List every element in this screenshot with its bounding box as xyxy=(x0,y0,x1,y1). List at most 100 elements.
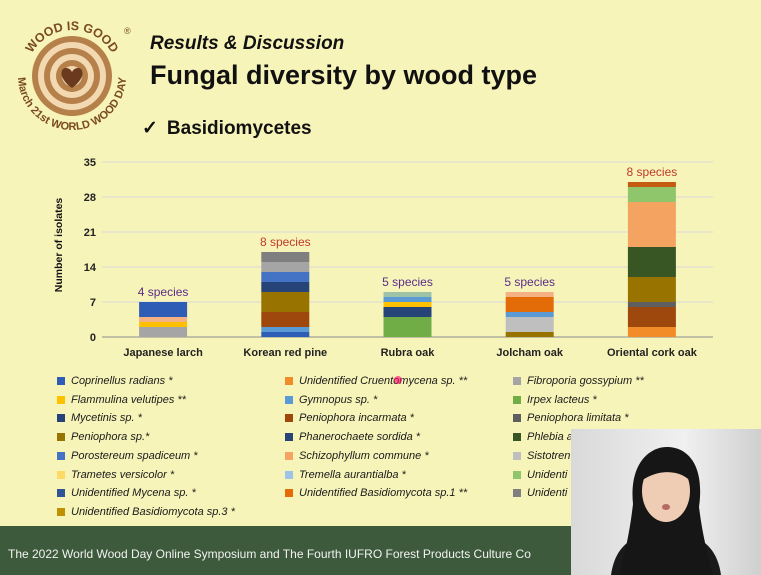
legend-swatch xyxy=(513,489,521,498)
legend-swatch xyxy=(513,414,521,423)
legend-swatch xyxy=(57,470,65,479)
legend-label: Unidentified Basidiomycota sp.1 ** xyxy=(299,487,468,500)
legend-swatch xyxy=(513,433,521,442)
logo-registered-mark: ® xyxy=(124,26,131,36)
x-tick-label: Korean red pine xyxy=(243,347,327,359)
legend-item: Coprinellus radians * xyxy=(57,375,173,387)
legend-label: Flammulina velutipes ** xyxy=(71,393,186,406)
presenter-silhouette xyxy=(611,447,721,575)
legend-label: Porostereum spadiceum * xyxy=(71,449,198,462)
species-count-label: 5 species xyxy=(382,275,433,289)
legend-item: Flammulina velutipes ** xyxy=(57,394,186,406)
bar-segment xyxy=(627,187,676,202)
bar-segment xyxy=(627,277,676,302)
legend-item: Unidenti xyxy=(513,469,567,481)
legend-item: Irpex lacteus * xyxy=(513,394,597,406)
legend-label: Tremella aurantialba * xyxy=(299,468,406,481)
legend-label: Gymnopus sp. * xyxy=(299,393,378,406)
legend-label: Fibroporia gossypium ** xyxy=(527,375,644,387)
legend-swatch xyxy=(57,451,65,460)
legend-swatch xyxy=(57,489,65,498)
legend-label: Unidenti xyxy=(527,487,568,500)
pointer-marker xyxy=(394,376,402,384)
y-tick-label: 7 xyxy=(90,297,96,309)
bar-segment xyxy=(383,297,432,302)
legend-swatch xyxy=(513,377,521,385)
bar-segment xyxy=(139,317,188,322)
bar-segment xyxy=(139,302,188,317)
bar-segment xyxy=(627,327,676,337)
legend-swatch xyxy=(285,377,293,385)
legend-item: Phanerochaete sordida * xyxy=(285,431,420,443)
y-axis-label: Number of isolates xyxy=(53,198,65,293)
legend-item: Fibroporia gossypium ** xyxy=(513,375,644,387)
legend-item: Gymnopus sp. * xyxy=(285,394,377,406)
bar-segment xyxy=(261,282,310,292)
species-count-label: 4 species xyxy=(138,285,189,299)
legend-swatch xyxy=(285,395,293,404)
bar-segment xyxy=(261,292,310,312)
bar-segment xyxy=(139,327,188,337)
x-tick-label: Oriental cork oak xyxy=(607,347,698,359)
legend-swatch xyxy=(285,433,293,442)
legend-item: Phlebia a xyxy=(513,431,573,443)
bar-segment xyxy=(627,182,676,187)
legend-item: Porostereum spadiceum * xyxy=(57,450,198,462)
legend-item: Unidentified Basidiomycota sp.3 * xyxy=(57,506,235,518)
bar-segment xyxy=(383,292,432,297)
species-count-label: 5 species xyxy=(504,275,555,289)
legend-swatch xyxy=(513,395,521,404)
bar-segment xyxy=(383,302,432,307)
species-count-label: 8 species xyxy=(260,235,311,249)
bar-segment xyxy=(505,292,554,297)
y-tick-label: 28 xyxy=(84,192,96,204)
bar-segment xyxy=(627,307,676,327)
legend-label: Phanerochaete sordida * xyxy=(299,431,421,444)
legend-label: Sistotren xyxy=(527,449,571,462)
legend-item: Peniophora limitata * xyxy=(513,412,629,424)
legend-swatch xyxy=(285,414,293,423)
bar-segment xyxy=(261,312,310,327)
legend-swatch xyxy=(57,414,65,423)
bar-segment xyxy=(261,332,310,337)
bar-segment xyxy=(505,332,554,337)
legend-swatch xyxy=(57,377,65,385)
x-tick-label: Japanese larch xyxy=(123,347,203,359)
legend-item: Tremella aurantialba * xyxy=(285,469,406,481)
legend-item: Mycetinis sp. * xyxy=(57,412,142,424)
bar-segment xyxy=(505,312,554,317)
bar-segment xyxy=(505,297,554,312)
bar-segment xyxy=(261,262,310,272)
legend-swatch xyxy=(285,470,293,479)
species-count-label: 8 species xyxy=(627,165,678,179)
legend-label: Peniophora limitata * xyxy=(527,412,629,425)
y-tick-label: 35 xyxy=(84,157,96,169)
bar-segment xyxy=(627,202,676,247)
footer-text: The 2022 World Wood Day Online Symposium… xyxy=(8,547,531,561)
bars-layer xyxy=(139,182,676,337)
bar-segment xyxy=(261,327,310,332)
legend-label: Unidenti xyxy=(527,468,568,481)
legend-item: Unidentified Cruentomycena sp. ** xyxy=(285,375,467,387)
legend-item: Unidentified Basidiomycota sp.1 ** xyxy=(285,487,467,499)
legend-label: Schizophyllum commune * xyxy=(299,449,429,462)
legend-label: Peniophora sp.* xyxy=(71,431,150,444)
bar-segment xyxy=(383,317,432,337)
legend-item: Schizophyllum commune * xyxy=(285,450,429,462)
bullet-text: Basidiomycetes xyxy=(166,118,312,139)
legend-swatch xyxy=(513,451,521,460)
x-tick-label: Jolcham oak xyxy=(496,347,564,359)
checkmark-icon: ✓ xyxy=(142,118,158,139)
legend-label: Trametes versicolor * xyxy=(71,468,175,481)
y-tick-label: 0 xyxy=(90,332,96,344)
legend-swatch xyxy=(513,470,521,479)
x-tick-label: Rubra oak xyxy=(381,347,436,359)
presenter-video xyxy=(571,429,761,575)
bar-segment xyxy=(261,252,310,262)
legend-label: Peniophora incarmata * xyxy=(299,412,414,425)
legend-swatch xyxy=(57,395,65,404)
legend-swatch xyxy=(285,451,293,460)
y-tick-label: 14 xyxy=(84,262,97,274)
legend-swatch xyxy=(57,433,65,442)
legend-item: Trametes versicolor * xyxy=(57,469,174,481)
